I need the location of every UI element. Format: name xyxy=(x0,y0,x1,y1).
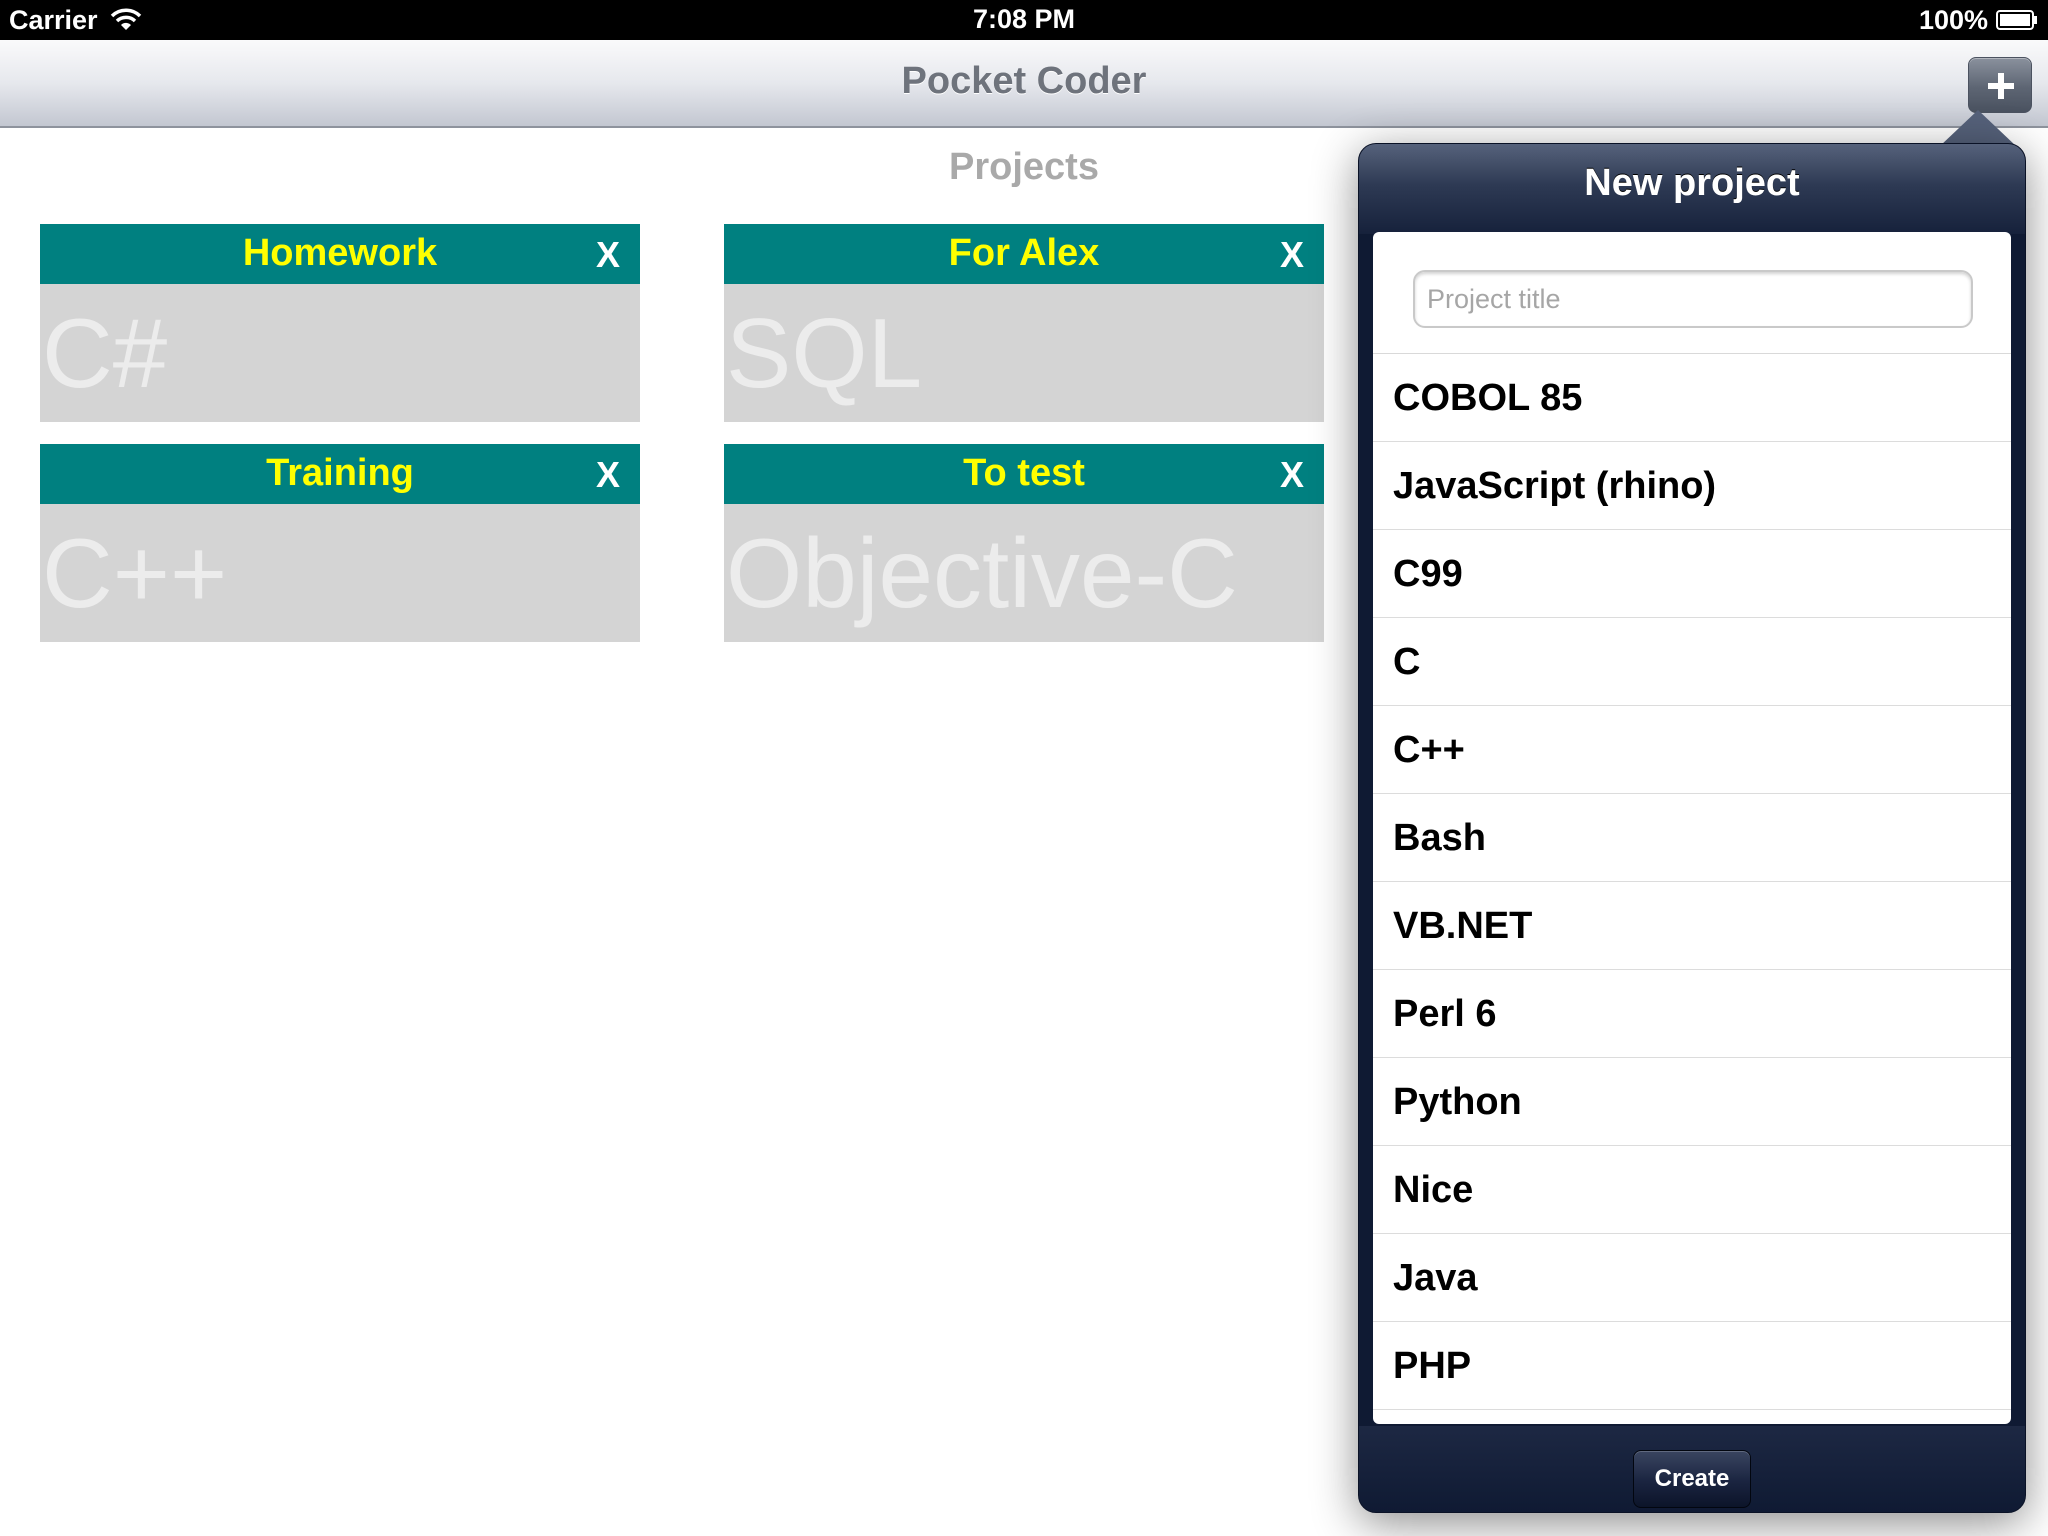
project-title: To test xyxy=(963,452,1085,494)
project-language: SQL xyxy=(726,298,923,408)
language-item-cpp[interactable]: C++ xyxy=(1373,706,2011,794)
delete-project-button[interactable]: X xyxy=(588,454,628,495)
project-card-header: To test X xyxy=(724,444,1324,504)
project-card-body: C# xyxy=(40,284,640,422)
project-card-body: SQL xyxy=(724,284,1324,422)
language-item-python[interactable]: Python xyxy=(1373,1058,2011,1146)
project-title: Training xyxy=(266,452,414,494)
language-item-perl-6[interactable]: Perl 6 xyxy=(1373,970,2011,1058)
project-language: Objective-C xyxy=(726,518,1238,628)
project-card-for-alex[interactable]: For Alex X SQL xyxy=(724,224,1324,422)
nav-bar: Pocket Coder xyxy=(0,40,2048,128)
project-card-body: C++ xyxy=(40,504,640,642)
delete-project-button[interactable]: X xyxy=(588,234,628,275)
battery-percentage: 100% xyxy=(1918,5,1988,35)
popover-title: New project xyxy=(1584,162,1800,204)
project-card-body: Objective-C xyxy=(724,504,1324,642)
language-item-java[interactable]: Java xyxy=(1373,1234,2011,1322)
language-item-vb-net[interactable]: VB.NET xyxy=(1373,882,2011,970)
clock: 7:08 PM xyxy=(972,4,1076,34)
language-item-nice[interactable]: Nice xyxy=(1373,1146,2011,1234)
project-card-to-test[interactable]: To test X Objective-C xyxy=(724,444,1324,642)
project-title-input[interactable] xyxy=(1413,270,1973,328)
new-project-popover: New project COBOL 85 JavaScript (rhino) … xyxy=(1358,143,2026,1513)
popover-header: New project xyxy=(1359,144,2025,234)
popover-content: COBOL 85 JavaScript (rhino) C99 C C++ Ba… xyxy=(1373,232,2011,1424)
app-title: Pocket Coder xyxy=(901,60,1147,102)
title-input-row xyxy=(1373,232,2011,354)
popover-arrow xyxy=(1940,110,2016,146)
create-button[interactable]: Create xyxy=(1633,1450,1751,1508)
language-item-javascript-rhino[interactable]: JavaScript (rhino) xyxy=(1373,442,2011,530)
project-card-training[interactable]: Training X C++ xyxy=(40,444,640,642)
add-project-button[interactable] xyxy=(1968,57,2032,113)
project-card-homework[interactable]: Homework X C# xyxy=(40,224,640,422)
project-card-header: Homework X xyxy=(40,224,640,284)
battery-icon xyxy=(1996,10,2037,30)
project-language: C# xyxy=(42,298,168,408)
language-item-c99[interactable]: C99 xyxy=(1373,530,2011,618)
project-language: C++ xyxy=(42,518,228,628)
language-list: COBOL 85 JavaScript (rhino) C99 C C++ Ba… xyxy=(1373,354,2011,1410)
delete-project-button[interactable]: X xyxy=(1272,234,1312,275)
project-card-header: For Alex X xyxy=(724,224,1324,284)
language-item-php[interactable]: PHP xyxy=(1373,1322,2011,1410)
popover-footer: Create xyxy=(1359,1426,2025,1512)
project-card-header: Training X xyxy=(40,444,640,504)
delete-project-button[interactable]: X xyxy=(1272,454,1312,495)
plus-icon xyxy=(1988,73,2014,99)
language-item-c[interactable]: C xyxy=(1373,618,2011,706)
project-title: Homework xyxy=(242,232,438,274)
language-item-cobol-85[interactable]: COBOL 85 xyxy=(1373,354,2011,442)
project-title: For Alex xyxy=(948,232,1100,274)
status-bar: Carrier 7:08 PM 100% xyxy=(0,0,2048,40)
language-item-bash[interactable]: Bash xyxy=(1373,794,2011,882)
